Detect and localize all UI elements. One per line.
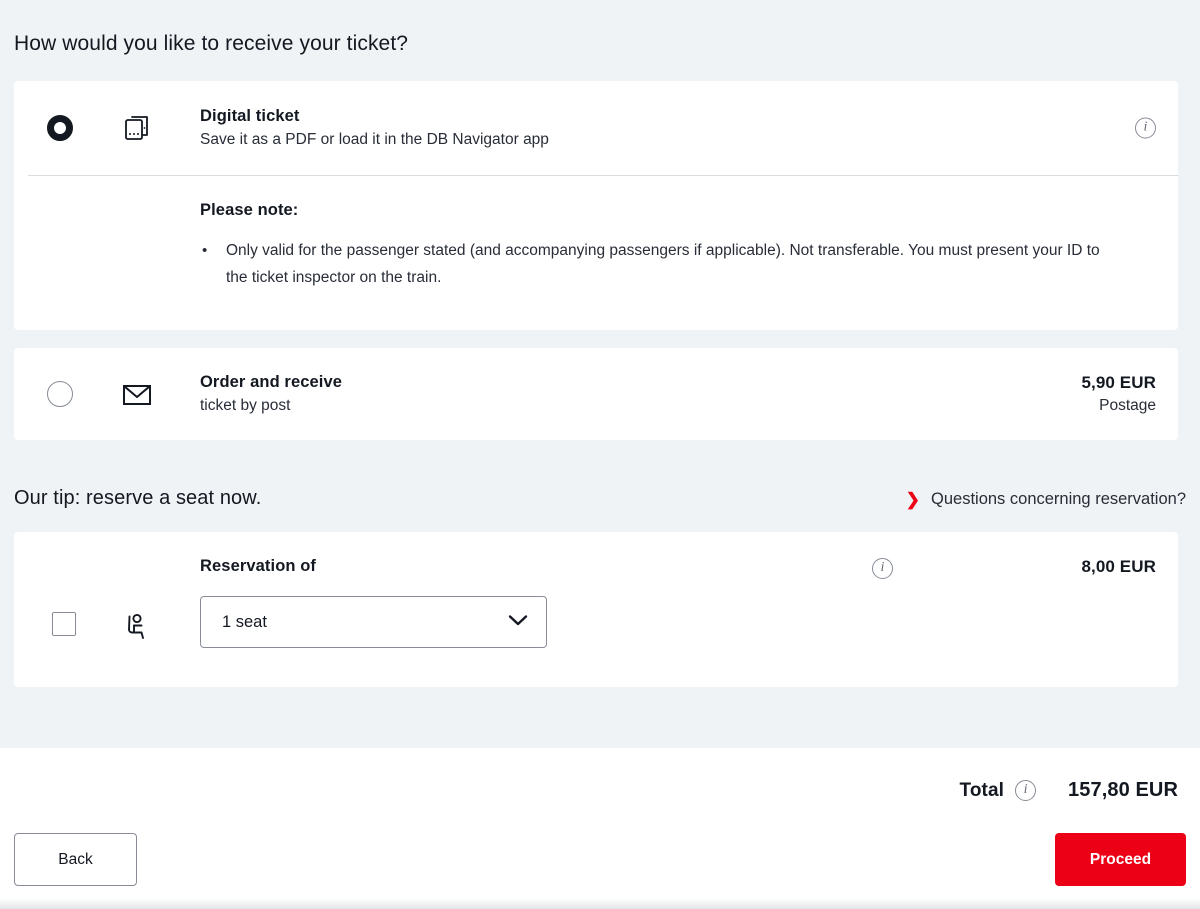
bullet-glyph: • xyxy=(202,242,208,259)
info-icon-digital-ticket[interactable]: i xyxy=(1135,117,1156,139)
reservation-tip-row: Our tip: reserve a seat now. ❯ Questions… xyxy=(14,487,1186,519)
page-footer: Total i 157,80 EUR Back Proceed xyxy=(0,748,1200,909)
questions-concerning-reservation-link[interactable]: ❯ Questions concerning reservation? xyxy=(906,490,1186,509)
note-title: Please note: xyxy=(200,201,299,219)
info-icon-reservation[interactable]: i xyxy=(872,558,893,579)
total-label: Total xyxy=(959,779,1005,801)
chevron-right-icon: ❯ xyxy=(905,490,921,509)
questions-link-label: Questions concerning reservation? xyxy=(931,490,1186,508)
footer-shadow xyxy=(0,898,1200,909)
radio-digital-ticket[interactable] xyxy=(47,115,73,141)
seated-person-icon xyxy=(116,608,154,646)
digital-ticket-note-block: Please note: • Only valid for the passen… xyxy=(200,201,1118,291)
info-icon-total[interactable]: i xyxy=(1015,780,1037,801)
delivery-option-post-title: Order and receive xyxy=(200,373,343,391)
seat-quantity-value: 1 seat xyxy=(222,612,267,631)
envelope-icon xyxy=(117,374,157,414)
ticket-delivery-page: How would you like to receive your ticke… xyxy=(0,0,1200,909)
page-title: How would you like to receive your ticke… xyxy=(14,32,409,55)
back-button[interactable]: Back xyxy=(14,833,137,886)
postage-price-amount: 5,90 EUR xyxy=(1081,373,1156,392)
proceed-button[interactable]: Proceed xyxy=(1055,833,1186,886)
delivery-option-digital-ticket-row[interactable]: Digital ticket Save it as a PDF or load … xyxy=(14,81,1178,175)
delivery-option-post-subtitle: ticket by post xyxy=(200,397,291,414)
delivery-option-digital-title: Digital ticket xyxy=(200,107,300,125)
checkbox-seat-reservation[interactable] xyxy=(52,612,76,636)
delivery-option-post-card[interactable]: Order and receive ticket by post 5,90 EU… xyxy=(14,348,1178,440)
reservation-tip-text: Our tip: reserve a seat now. xyxy=(14,487,262,509)
mobile-devices-icon xyxy=(117,108,157,148)
seat-quantity-select[interactable]: 1 seat xyxy=(200,596,547,648)
card-divider xyxy=(28,175,1178,176)
list-item: • Only valid for the passenger stated (a… xyxy=(200,237,1105,291)
note-list: • Only valid for the passenger stated (a… xyxy=(200,237,1118,291)
radio-order-by-post[interactable] xyxy=(47,381,73,407)
total-amount: 157,80 EUR xyxy=(1068,779,1178,801)
seat-reservation-card[interactable]: Reservation of 1 seat i 8,00 EUR xyxy=(14,532,1178,687)
postage-price-label: Postage xyxy=(1099,397,1156,414)
note-item-text: Only valid for the passenger stated (and… xyxy=(226,242,1100,286)
delivery-option-digital-subtitle: Save it as a PDF or load it in the DB Na… xyxy=(200,131,549,148)
delivery-option-digital-ticket-card[interactable]: Digital ticket Save it as a PDF or load … xyxy=(14,81,1178,330)
delivery-option-post-text: Order and receive ticket by post xyxy=(200,371,342,417)
reservation-price: 8,00 EUR xyxy=(1081,557,1156,576)
total-block: Total i 157,80 EUR xyxy=(960,779,1178,802)
chevron-down-icon xyxy=(507,613,529,632)
delivery-option-post-row[interactable]: Order and receive ticket by post 5,90 EU… xyxy=(14,348,1178,440)
reservation-of-label: Reservation of xyxy=(200,557,317,575)
postage-price-block: 5,90 EUR Postage xyxy=(1081,371,1156,417)
delivery-option-digital-text: Digital ticket Save it as a PDF or load … xyxy=(200,105,549,151)
